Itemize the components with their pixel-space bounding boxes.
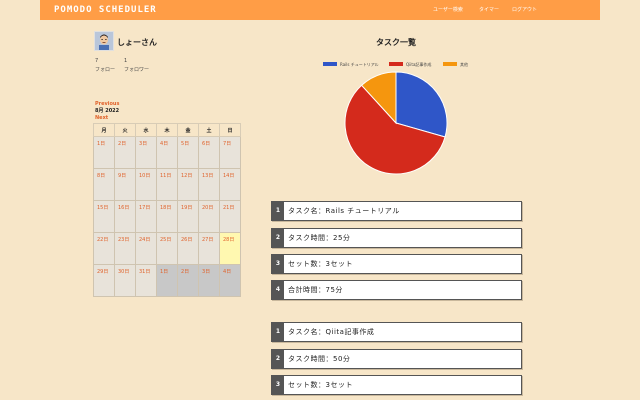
task-detail-box: 3 セット数：3セット [271,375,522,395]
weekday-header: 土 [198,123,220,137]
task-time-text: タスク時間：25分 [288,234,351,242]
legend-label-rails: Rails チュートリアル [340,62,379,67]
item-number: 3 [272,376,284,394]
calendar-day-next-month[interactable]: 2日 [177,264,199,297]
calendar-day[interactable]: 17日 [135,200,157,233]
item-number: 2 [272,229,284,247]
calendar-day-today[interactable]: 28日 [219,232,241,265]
avatar[interactable] [94,31,114,51]
weekday-header: 木 [156,123,178,137]
calendar-day[interactable]: 16日 [114,200,136,233]
calendar-day[interactable]: 1日 [93,136,115,169]
calendar-day[interactable]: 27日 [198,232,220,265]
calendar-day[interactable]: 26日 [177,232,199,265]
calendar-next-link[interactable]: Next [95,115,108,121]
calendar-day[interactable]: 21日 [219,200,241,233]
calendar-day[interactable]: 19日 [177,200,199,233]
legend-swatch-other [443,62,457,66]
calendar-day[interactable]: 30日 [114,264,136,297]
calendar-day[interactable]: 29日 [93,264,115,297]
weekday-header: 水 [135,123,157,137]
legend-swatch-rails [323,62,337,66]
calendar-day-next-month[interactable]: 4日 [219,264,241,297]
task-detail-box: 3 セット数：3セット [271,254,522,274]
calendar-day[interactable]: 18日 [156,200,178,233]
calendar-day[interactable]: 11日 [156,168,178,201]
legend-label-other: 其他 [460,62,468,67]
task-list-title: タスク一覧 [376,38,416,47]
weekday-header: 火 [114,123,136,137]
task-detail-box: 2 タスク時間：25分 [271,228,522,248]
weekday-header: 日 [219,123,241,137]
task-name-text: タスク名：Rails チュートリアル [288,207,400,215]
weekday-header: 月 [93,123,115,137]
nav-logout[interactable]: ログアウト [512,6,537,13]
nav-user-search[interactable]: ユーザー検索 [433,6,463,13]
task-detail-box: 4 合計時間：75分 [271,280,522,300]
calendar-day[interactable]: 14日 [219,168,241,201]
item-number: 2 [272,350,284,368]
calendar-day[interactable]: 23日 [114,232,136,265]
calendar-month-title: 8月 2022 [95,108,120,114]
avatar-icon [95,32,113,50]
set-count-text: セット数：3セット [288,381,353,389]
legend-swatch-qiita [389,62,403,66]
nav-timer[interactable]: タイマー [479,6,499,13]
calendar-day[interactable]: 22日 [93,232,115,265]
calendar-day[interactable]: 6日 [198,136,220,169]
follower-count: 1 [124,58,128,64]
calendar-day[interactable]: 31日 [135,264,157,297]
calendar-day[interactable]: 7日 [219,136,241,169]
calendar-day[interactable]: 5日 [177,136,199,169]
item-number: 3 [272,255,284,273]
calendar-day[interactable]: 4日 [156,136,178,169]
calendar-day[interactable]: 25日 [156,232,178,265]
calendar-day[interactable]: 3日 [135,136,157,169]
calendar-day-next-month[interactable]: 1日 [156,264,178,297]
total-time-text: 合計時間：75分 [288,286,343,294]
calendar-day[interactable]: 12日 [177,168,199,201]
task-name-text: タスク名：Qiita記事作成 [288,328,375,336]
item-number: 1 [272,323,284,341]
calendar-day[interactable]: 13日 [198,168,220,201]
calendar-day[interactable]: 10日 [135,168,157,201]
calendar-day[interactable]: 8日 [93,168,115,201]
set-count-text: セット数：3セット [288,260,353,268]
calendar-day-next-month[interactable]: 3日 [198,264,220,297]
calendar-day[interactable]: 9日 [114,168,136,201]
legend-label-qiita: Qiita記事作成 [406,62,432,67]
item-number: 4 [272,281,284,299]
task-detail-box: 1 タスク名：Qiita記事作成 [271,322,522,342]
follower-link[interactable]: フォロワー [124,66,149,73]
follow-link[interactable]: フォロー [95,66,115,73]
weekday-header: 金 [177,123,199,137]
task-time-text: タスク時間：50分 [288,355,351,363]
brand-logo[interactable]: POMODO SCHEDULER [54,5,157,15]
task-pie-chart [344,71,448,175]
follow-count: 7 [95,58,99,64]
calendar-day[interactable]: 2日 [114,136,136,169]
calendar-day[interactable]: 20日 [198,200,220,233]
calendar-day[interactable]: 24日 [135,232,157,265]
calendar-grid: 月 火 水 木 金 土 日 1日 2日 3日 4日 5日 6日 7日 8日 9日… [93,123,241,297]
username: しょーさん [117,38,157,47]
task-detail-box: 1 タスク名：Rails チュートリアル [271,201,522,221]
task-detail-box: 2 タスク時間：50分 [271,349,522,369]
calendar-day[interactable]: 15日 [93,200,115,233]
item-number: 1 [272,202,284,220]
